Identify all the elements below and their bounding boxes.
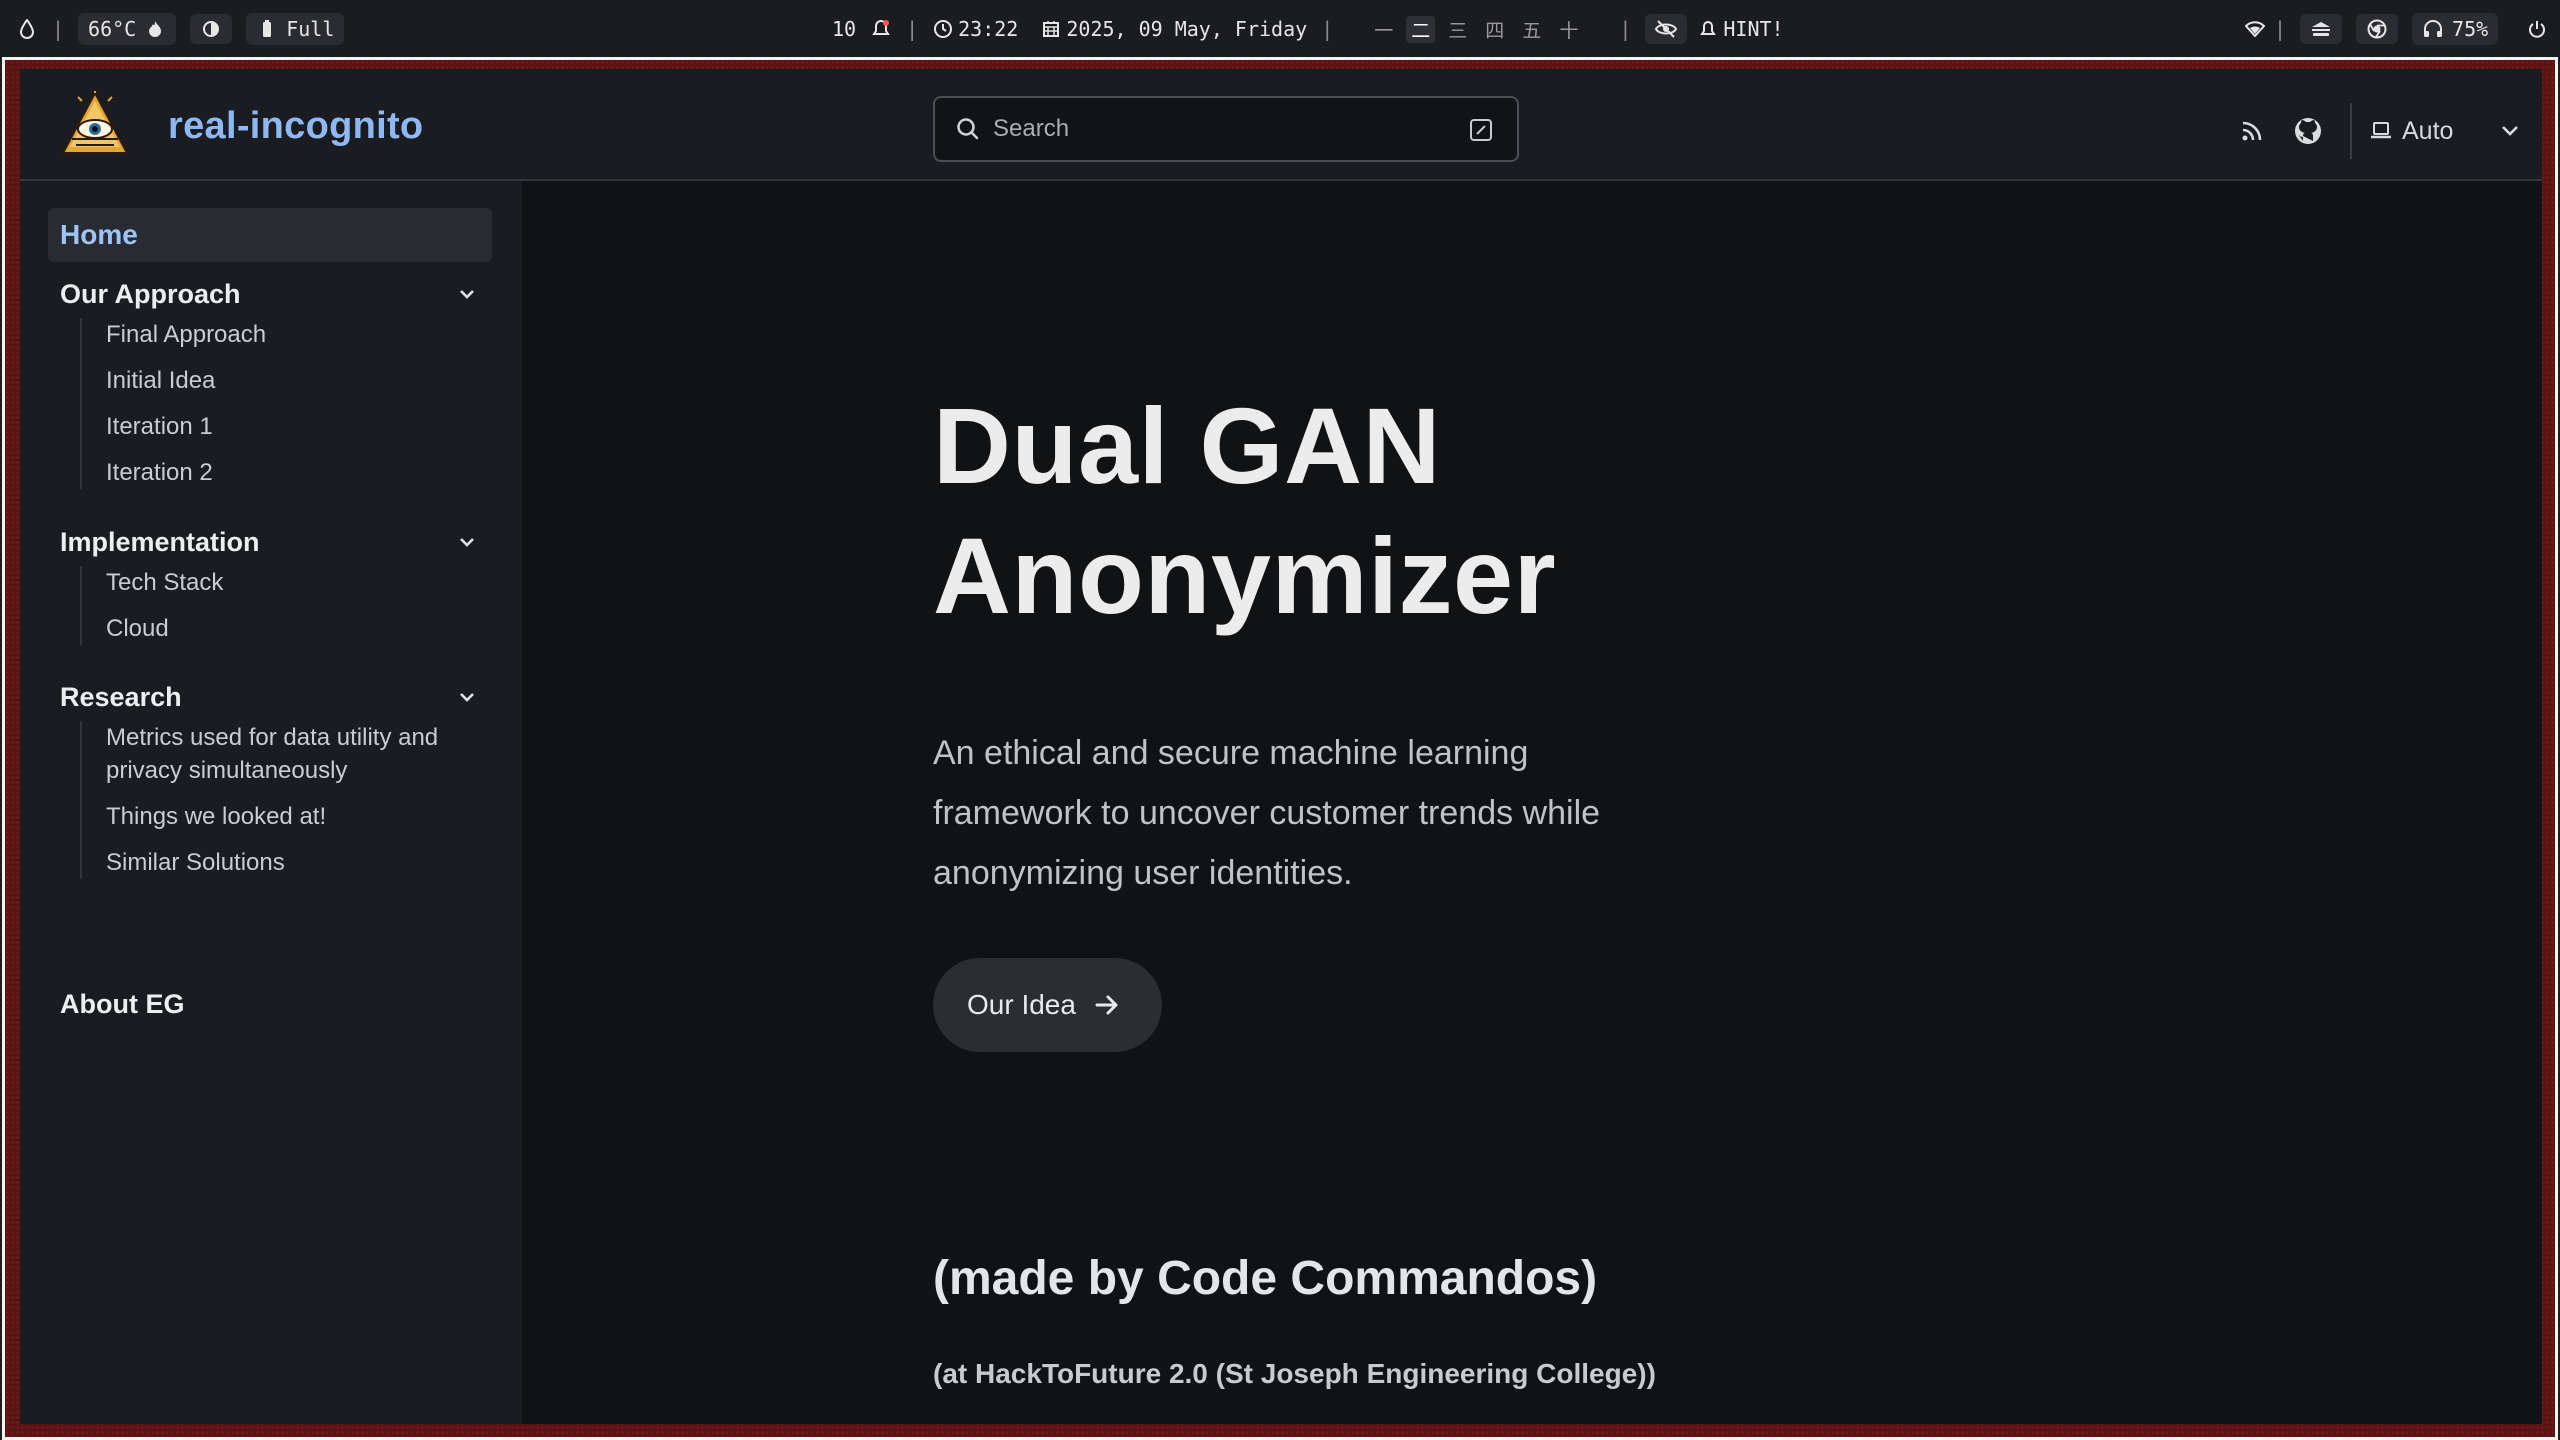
site-logo[interactable]: [60, 89, 130, 157]
window-frame: real-incognito Auto: [2, 57, 2558, 1440]
main-content: Dual GAN Anonymizer An ethical and secur…: [522, 181, 2542, 1424]
section-title: Our Approach: [60, 278, 241, 309]
our-idea-button[interactable]: Our Idea: [933, 958, 1162, 1052]
web-page: real-incognito Auto: [20, 69, 2542, 1424]
calendar-icon: [1040, 18, 1062, 40]
hint-label[interactable]: HINT!: [1723, 17, 1783, 41]
power-icon[interactable]: [2526, 18, 2548, 40]
sidebar-item-initial-idea[interactable]: Initial Idea: [82, 364, 266, 397]
sidebar-subitems-research: Metrics used for data utility and privac…: [80, 721, 480, 879]
workspace-10[interactable]: 十: [1554, 16, 1583, 43]
sidebar-item-iteration-2[interactable]: Iteration 2: [82, 456, 266, 489]
clock-icon: [932, 18, 954, 40]
temperature-widget[interactable]: 66°C: [78, 13, 177, 45]
separator: |: [52, 17, 65, 41]
sidebar-item-iteration-1[interactable]: Iteration 1: [82, 410, 266, 443]
arrow-right-icon: [1095, 995, 1118, 1015]
workspace-1[interactable]: 一: [1369, 16, 1398, 43]
calendar-date[interactable]: 2025, 09 May, Friday: [1066, 17, 1307, 41]
workspace-4[interactable]: 四: [1480, 16, 1509, 43]
hero-title-line-1: Dual GAN: [933, 385, 1442, 506]
flame-icon: [144, 18, 166, 40]
sidebar-section-research[interactable]: Research: [60, 677, 492, 717]
search-input[interactable]: [993, 115, 1433, 143]
sidebar-section-implementation[interactable]: Implementation: [60, 522, 492, 562]
hero-subtitle: An ethical and secure machine learning f…: [933, 734, 1601, 892]
notification-count[interactable]: 10: [832, 17, 856, 41]
droplet-icon: [16, 18, 38, 40]
sidebar-item-home[interactable]: Home: [48, 208, 492, 262]
sidebar-nav: Home Our Approach Final Approach Initial…: [20, 181, 522, 1424]
theme-switcher[interactable]: Auto: [2370, 117, 2519, 146]
search-box[interactable]: [933, 96, 1519, 162]
workspace-3[interactable]: 三: [1443, 16, 1472, 43]
system-bar: | 66°C Full 10 | 23:22 2025, 09 May, Fri…: [0, 0, 2560, 58]
chevron-down-icon: [460, 290, 474, 299]
hero-title-line-2: Anonymizer: [933, 515, 1557, 636]
sidebar-item-similar-solutions[interactable]: Similar Solutions: [82, 846, 480, 879]
header-divider: [2350, 103, 2352, 159]
sidebar-item-tech-stack[interactable]: Tech Stack: [82, 566, 223, 599]
chevron-down-icon: [460, 693, 474, 702]
sidebar-item-final-approach[interactable]: Final Approach: [82, 318, 266, 351]
tray-app-widget[interactable]: [2300, 14, 2343, 44]
sidebar-item-cloud[interactable]: Cloud: [82, 612, 223, 645]
sidebar-subitems-our-approach: Final Approach Initial Idea Iteration 1 …: [80, 318, 266, 489]
separator: |: [1321, 17, 1334, 41]
headphones-icon: [2422, 18, 2444, 40]
sidebar-item-metrics[interactable]: Metrics used for data utility and privac…: [82, 721, 480, 787]
header-actions: Auto: [2230, 103, 2519, 159]
separator: |: [1619, 17, 1632, 41]
sidebar-item-about-eg[interactable]: About EG: [60, 989, 184, 1020]
sidebar-subitems-implementation: Tech Stack Cloud: [80, 566, 223, 645]
rss-icon[interactable]: [2230, 109, 2274, 153]
chevron-down-icon: [2502, 126, 2519, 136]
our-idea-label: Our Idea: [967, 989, 1076, 1020]
volume-value: 75%: [2452, 17, 2489, 41]
search-icon: [957, 118, 979, 140]
sidebar-section-our-approach[interactable]: Our Approach: [60, 274, 492, 314]
made-at-heading: (at HackToFuture 2.0 (St Joseph Engineer…: [933, 1358, 1656, 1389]
keyboard-shortcut-icon: [1470, 119, 1492, 141]
bell-icon[interactable]: [870, 18, 892, 40]
workspace-2[interactable]: 二: [1406, 15, 1436, 43]
volume-widget[interactable]: 75%: [2412, 13, 2499, 45]
section-title: Research: [60, 681, 182, 712]
made-by-heading: (made by Code Commandos): [933, 1252, 1598, 1305]
chevron-down-icon: [460, 538, 474, 547]
hero-title: Dual GAN Anonymizer: [933, 381, 1833, 641]
eye-slash-icon: [1655, 18, 1678, 40]
theme-label: Auto: [2402, 116, 2454, 145]
battery-icon: [256, 18, 278, 40]
sidebar-item-things-we-looked-at[interactable]: Things we looked at!: [82, 800, 480, 833]
bell-hint-icon: [1697, 18, 1719, 40]
site-header: real-incognito Auto: [20, 69, 2542, 181]
workspace-switcher: 一 二 三 四 五 十: [1369, 15, 1583, 43]
workspace-5[interactable]: 五: [1517, 16, 1546, 43]
separator: |: [2274, 17, 2287, 41]
section-title: Implementation: [60, 526, 260, 557]
power-mode-label: Full: [286, 17, 335, 41]
laptop-icon: [2371, 122, 2391, 139]
contrast-icon: [200, 18, 222, 40]
site-title[interactable]: real-incognito: [168, 105, 423, 148]
sandwich-icon: [2310, 18, 2332, 40]
idle-inhibitor[interactable]: [1645, 14, 1688, 44]
power-mode-widget[interactable]: Full: [246, 13, 345, 45]
chrome-icon: [2366, 18, 2388, 40]
brightness-widget[interactable]: [190, 14, 233, 44]
github-icon[interactable]: [2286, 109, 2330, 153]
wifi-icon[interactable]: [2244, 18, 2266, 40]
browser-tray-widget[interactable]: [2356, 14, 2399, 44]
clock-time[interactable]: 23:22: [958, 17, 1018, 41]
separator: |: [906, 17, 919, 41]
temperature-value: 66°C: [88, 17, 137, 41]
